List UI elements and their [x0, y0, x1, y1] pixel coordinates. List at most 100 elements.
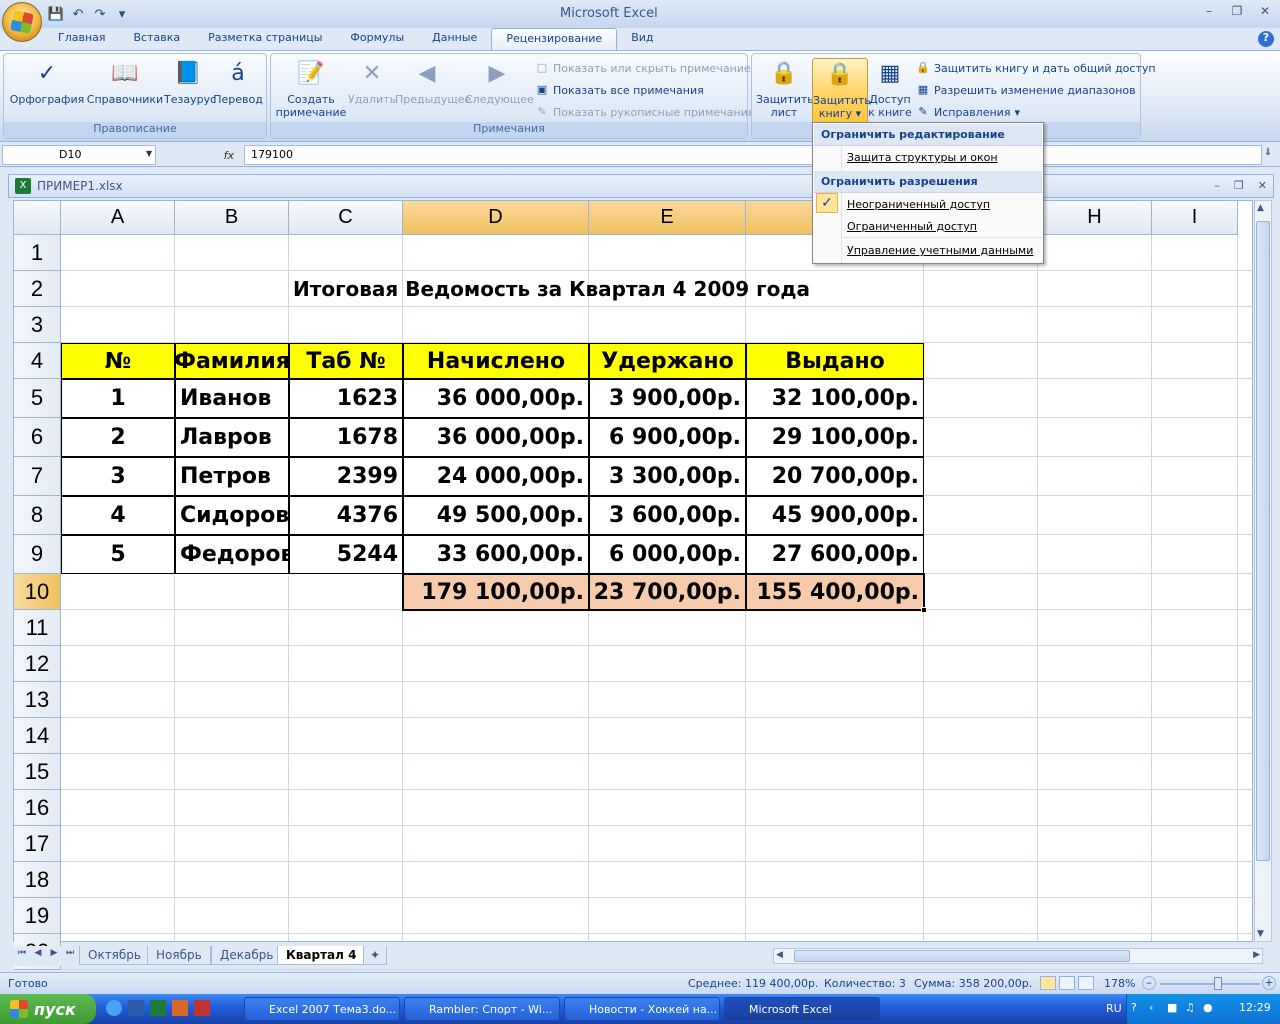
- sheet-tab-quarter-4[interactable]: Квартал 4: [277, 946, 366, 965]
- zoom-in-icon[interactable]: +: [1262, 976, 1276, 990]
- expand-formula-icon[interactable]: ⇓: [1264, 147, 1272, 158]
- help-icon[interactable]: ?: [1258, 31, 1274, 47]
- protect-sheet-button[interactable]: 🔒 Защитить лист: [756, 58, 814, 124]
- row-header-12[interactable]: 12: [14, 646, 61, 682]
- start-button[interactable]: пуск: [0, 994, 96, 1024]
- data-cell[interactable]: 3 300,00р.: [589, 457, 746, 496]
- row-header-4[interactable]: 4: [14, 343, 61, 379]
- task-word-document[interactable]: Excel 2007 Тема3.do...: [244, 997, 400, 1021]
- show-hide-comment-button[interactable]: □ Показать или скрыть примечание: [535, 58, 751, 78]
- track-changes-button[interactable]: ✎ Исправления ▾: [916, 102, 1020, 122]
- data-cell[interactable]: 6 900,00р.: [589, 418, 746, 457]
- page-break-view-icon[interactable]: [1078, 976, 1094, 990]
- delete-comment-button[interactable]: ✕ Удалить: [347, 58, 397, 124]
- data-cell[interactable]: 36 000,00р.: [403, 379, 589, 418]
- insert-function-icon[interactable]: fx: [158, 145, 240, 165]
- translate-button[interactable]: á Перевод: [212, 58, 264, 124]
- redo-icon[interactable]: ↷: [92, 6, 108, 22]
- data-cell[interactable]: 49 500,00р.: [403, 496, 589, 535]
- new-comment-button[interactable]: 📝 Создать примечание: [273, 58, 349, 124]
- row-header-7[interactable]: 7: [14, 457, 61, 496]
- column-header-h[interactable]: H: [1038, 201, 1152, 235]
- acrobat-icon[interactable]: [194, 1000, 210, 1016]
- data-cell[interactable]: Петров: [175, 457, 289, 496]
- name-box[interactable]: D10: [2, 145, 156, 165]
- menu-item-unrestricted-access[interactable]: Неограниченный доступ: [847, 198, 990, 211]
- research-button[interactable]: 📖 Справочники: [86, 58, 164, 124]
- data-cell[interactable]: 3: [61, 457, 175, 496]
- word-icon[interactable]: [128, 1000, 144, 1016]
- column-header-i[interactable]: I: [1152, 201, 1238, 235]
- help-tray-icon[interactable]: ?: [1131, 1001, 1137, 1014]
- sheet-title-cell[interactable]: Итоговая Ведомость за Квартал 4 2009 год…: [289, 271, 929, 307]
- show-all-comments-button[interactable]: ▣ Показать все примечания: [535, 80, 704, 100]
- next-comment-button[interactable]: ▶ Следующее: [465, 58, 534, 124]
- data-cell[interactable]: 2399: [289, 457, 403, 496]
- task-microsoft-excel[interactable]: Microsoft Excel: [724, 997, 880, 1021]
- horizontal-scroll-thumb[interactable]: [794, 950, 1130, 962]
- data-cell[interactable]: 33 600,00р.: [403, 535, 589, 574]
- data-cell[interactable]: 1623: [289, 379, 403, 418]
- save-icon[interactable]: 💾: [48, 6, 64, 22]
- protect-workbook-button[interactable]: 🔒 Защитить книгу ▾: [812, 58, 871, 124]
- header-cell[interactable]: Удержано: [589, 343, 746, 379]
- header-cell[interactable]: Таб №: [289, 343, 403, 379]
- row-header-19[interactable]: 19: [14, 898, 61, 934]
- previous-comment-button[interactable]: ◀ Предыдущее: [395, 58, 471, 124]
- row-header-2[interactable]: 2: [14, 271, 61, 307]
- row-header-14[interactable]: 14: [14, 718, 61, 754]
- maximize-icon[interactable]: ❐: [1228, 4, 1246, 20]
- data-cell[interactable]: Сидоров: [175, 496, 289, 535]
- data-cell[interactable]: 3 900,00р.: [589, 379, 746, 418]
- undo-icon[interactable]: ↶: [70, 6, 86, 22]
- clock[interactable]: 12:29: [1239, 1001, 1271, 1014]
- scroll-up-icon[interactable]: ▲: [1257, 203, 1264, 213]
- data-cell[interactable]: 1: [61, 379, 175, 418]
- data-cell[interactable]: 36 000,00р.: [403, 418, 589, 457]
- data-cell[interactable]: 1678: [289, 418, 403, 457]
- language-indicator[interactable]: RU: [1106, 1002, 1122, 1015]
- insert-sheet-icon[interactable]: ✦: [363, 946, 388, 965]
- row-header-17[interactable]: 17: [14, 826, 61, 862]
- name-box-dropdown-icon[interactable]: ▼: [146, 149, 152, 158]
- data-cell[interactable]: 5244: [289, 535, 403, 574]
- next-sheet-icon[interactable]: ▶: [47, 948, 61, 962]
- customize-qat-icon[interactable]: ▾: [114, 6, 130, 22]
- ie-icon[interactable]: [106, 1000, 122, 1016]
- row-header-11[interactable]: 11: [14, 610, 61, 646]
- row-header-10[interactable]: 10: [14, 574, 61, 610]
- total-cell[interactable]: 179 100,00р.: [403, 574, 589, 610]
- row-header-3[interactable]: 3: [14, 307, 61, 343]
- workbook-restore-icon[interactable]: ❐: [1234, 179, 1244, 192]
- row-header-8[interactable]: 8: [14, 496, 61, 535]
- row-header-1[interactable]: 1: [14, 235, 61, 271]
- data-cell[interactable]: 2: [61, 418, 175, 457]
- column-header-c[interactable]: C: [289, 201, 403, 235]
- network-icon[interactable]: ■: [1167, 1001, 1177, 1014]
- menu-item-manage-credentials[interactable]: Управление учетными данными: [847, 244, 1033, 257]
- scroll-left-icon[interactable]: ◀: [776, 950, 783, 960]
- data-cell[interactable]: Лавров: [175, 418, 289, 457]
- scroll-down-icon[interactable]: ▼: [1257, 929, 1264, 939]
- vertical-scroll-thumb[interactable]: [1256, 221, 1270, 861]
- tab-home[interactable]: Главная: [44, 28, 120, 50]
- row-header-18[interactable]: 18: [14, 862, 61, 898]
- sheet-tab-december[interactable]: Декабрь: [211, 946, 283, 965]
- total-cell[interactable]: 23 700,00р.: [589, 574, 746, 610]
- share-workbook-button[interactable]: ▦ Доступ к книге: [868, 58, 912, 124]
- data-cell[interactable]: 29 100,00р.: [746, 418, 924, 457]
- column-header-e[interactable]: E: [589, 201, 746, 235]
- protect-and-share-button[interactable]: 🔒 Защитить книгу и дать общий доступ: [916, 58, 1155, 78]
- column-header-b[interactable]: B: [175, 201, 289, 235]
- data-cell[interactable]: 32 100,00р.: [746, 379, 924, 418]
- prev-sheet-icon[interactable]: ◀: [31, 948, 45, 962]
- first-sheet-icon[interactable]: ⏮: [15, 948, 29, 962]
- zoom-level[interactable]: 178%: [1104, 977, 1135, 990]
- header-cell[interactable]: Фамилия: [175, 343, 289, 379]
- data-cell[interactable]: 5: [61, 535, 175, 574]
- tray-expand-icon[interactable]: ‹: [1149, 1001, 1153, 1014]
- zoom-out-icon[interactable]: –: [1142, 976, 1156, 990]
- tab-insert[interactable]: Вставка: [120, 28, 195, 50]
- formula-input[interactable]: 179100: [244, 145, 1262, 165]
- zoom-slider[interactable]: [1160, 983, 1260, 985]
